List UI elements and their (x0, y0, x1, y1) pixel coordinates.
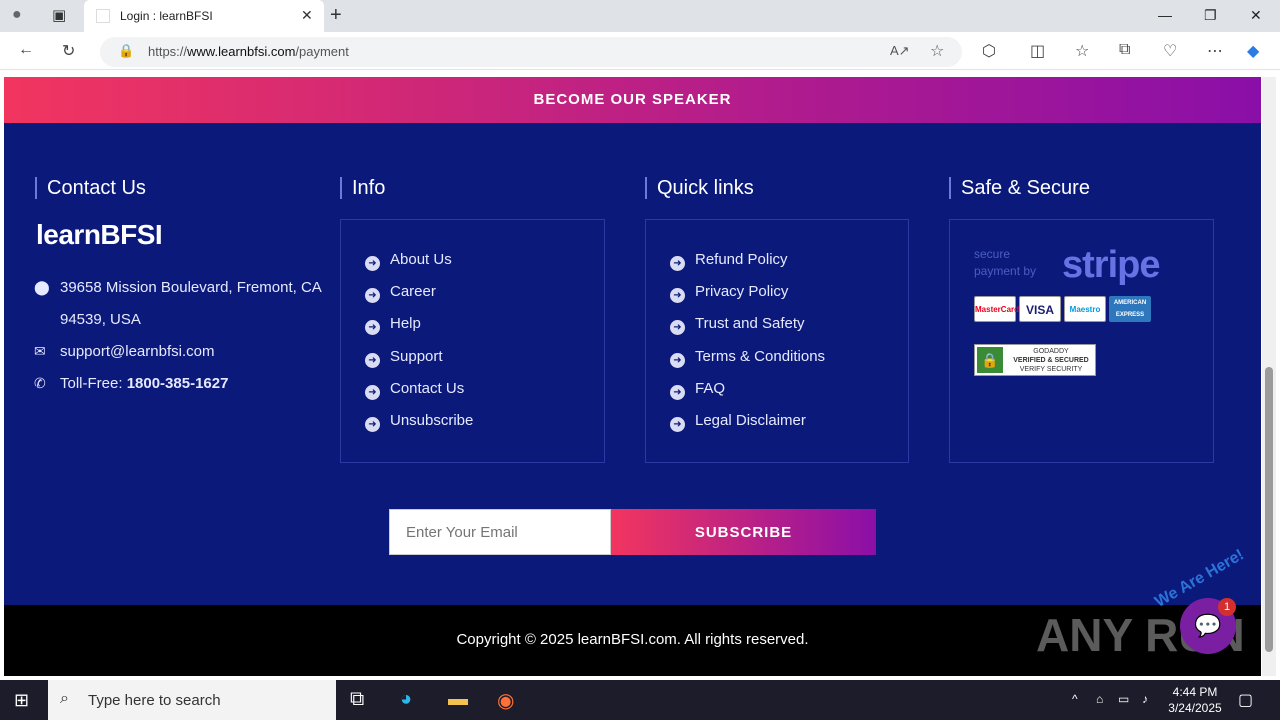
quick-link-faq[interactable]: ➜ FAQ (670, 380, 725, 400)
arrow-circle-icon: ➜ (670, 417, 685, 432)
browser-essentials-icon[interactable]: ♡ (1163, 41, 1177, 61)
network-icon[interactable]: ⌂ (1096, 692, 1103, 706)
info-link-help[interactable]: ➜ Help (365, 315, 421, 335)
favorite-star-icon[interactable]: ☆ (930, 41, 944, 61)
arrow-circle-icon: ➜ (365, 320, 380, 335)
newsletter-email-input[interactable] (389, 509, 611, 555)
info-link-contact-us[interactable]: ➜ Contact Us (365, 380, 464, 400)
search-icon: ⌕ (60, 690, 69, 707)
quick-links-box: ➜ Refund Policy ➜ Privacy Policy ➜ Trust an… (645, 219, 909, 463)
contact-heading: Contact Us (35, 177, 146, 199)
subscribe-button[interactable]: SUBSCRIBE (611, 509, 876, 555)
stripe-caption: secure payment by (974, 247, 1037, 278)
become-speaker-banner[interactable]: BECOME OUR SPEAKER (4, 77, 1261, 123)
extensions-icon[interactable]: ⬡ (982, 41, 996, 61)
location-icon: ⬤ (34, 279, 50, 295)
learnbfsi-logo[interactable]: learnBFSI (36, 219, 163, 251)
arrow-circle-icon: ➜ (365, 353, 380, 368)
new-tab-button[interactable]: + (330, 4, 342, 27)
windows-start-icon[interactable]: ⊞ (14, 690, 29, 711)
restore-icon[interactable]: ❐ (1204, 7, 1217, 24)
close-window-icon[interactable]: ✕ (1250, 7, 1262, 24)
address-line1: 39658 Mission Boulevard, Fremont, CA (60, 279, 322, 296)
more-options-icon[interactable]: ⋯ (1207, 41, 1223, 61)
notifications-icon[interactable]: ▢ (1238, 690, 1253, 710)
support-email-link[interactable]: support@learnbfsi.com (60, 343, 214, 360)
quick-link-terms[interactable]: ➜ Terms & Conditions (670, 348, 825, 368)
info-link-career[interactable]: ➜ Career (365, 283, 436, 303)
firefox-icon[interactable]: ◉ (497, 688, 514, 713)
file-explorer-icon[interactable]: ▬ (448, 688, 468, 711)
chat-unread-count: 1 (1218, 598, 1236, 616)
mastercard-icon: MasterCard (974, 296, 1019, 322)
safe-secure-heading: Safe & Secure (949, 177, 1090, 199)
quick-link-legal-disclaimer[interactable]: ➜ Legal Disclaimer (670, 412, 806, 432)
stripe-logo: stripe (1062, 244, 1160, 286)
phone-icon: ✆ (34, 375, 46, 391)
windows-taskbar: ⊞ ⌕ Type here to search ⧉ ◕ ▬ ◉ ^ ⌂ ▭ ♪ … (0, 680, 1280, 720)
godaddy-text: GODADDY VERIFIED & SECURED VERIFY SECURITY (1013, 348, 1089, 373)
task-view-icon[interactable]: ⧉ (350, 688, 364, 711)
minimize-icon[interactable]: — (1158, 7, 1172, 23)
browser-titlebar: ● ▣ Login : learnBFSI ✕ + — ❐ ✕ (0, 0, 1280, 32)
info-heading: Info (340, 177, 385, 199)
quick-link-trust-safety[interactable]: ➜ Trust and Safety (670, 315, 805, 335)
refresh-icon[interactable]: ↻ (62, 41, 75, 61)
tollfree-line[interactable]: Toll-Free: 1800-385-1627 (60, 375, 228, 392)
volume-icon[interactable]: ♪ (1142, 692, 1148, 706)
scroll-thumb[interactable] (1265, 367, 1273, 652)
email-icon: ✉ (34, 343, 46, 359)
tab-title: Login : learnBFSI (120, 9, 213, 23)
back-icon[interactable]: ← (18, 41, 34, 59)
arrow-circle-icon: ➜ (670, 288, 685, 303)
tab-actions-icon[interactable]: ▣ (52, 6, 66, 24)
taskbar-clock[interactable]: 4:44 PM 3/24/2025 (1160, 684, 1230, 716)
godaddy-seal[interactable]: 🔒 GODADDY VERIFIED & SECURED VERIFY SECURI… (974, 344, 1096, 376)
tray-expand-icon[interactable]: ^ (1072, 692, 1078, 706)
edge-taskbar-icon[interactable]: ◕ (400, 688, 412, 711)
split-screen-icon[interactable]: ◫ (1030, 41, 1045, 61)
display-icon[interactable]: ▭ (1118, 692, 1129, 706)
arrow-circle-icon: ➜ (365, 288, 380, 303)
taskbar-search[interactable]: ⌕ Type here to search (48, 680, 336, 720)
arrow-circle-icon: ➜ (365, 417, 380, 432)
info-link-support[interactable]: ➜ Support (365, 348, 443, 368)
arrow-circle-icon: ➜ (365, 256, 380, 271)
address-line2: 94539, USA (60, 311, 141, 328)
arrow-circle-icon: ➜ (670, 385, 685, 400)
tab-login[interactable]: Login : learnBFSI ✕ (84, 0, 324, 32)
godaddy-lock-icon: 🔒 (977, 347, 1003, 373)
info-link-about-us[interactable]: ➜ About Us (365, 251, 452, 271)
arrow-circle-icon: ➜ (365, 385, 380, 400)
url-text: https://www.learnbfsi.com/payment (148, 44, 349, 59)
quick-links-heading: Quick links (645, 177, 754, 199)
visa-icon: VISA (1019, 296, 1061, 322)
maestro-icon: Maestro (1064, 296, 1106, 322)
lock-icon[interactable]: 🔒 (118, 43, 134, 59)
safe-secure-box: secure payment by stripe MasterCard VISA … (949, 219, 1214, 463)
page-scrollbar[interactable] (1262, 77, 1276, 676)
favicon-icon (96, 9, 110, 23)
amex-icon: AMERICAN EXPRESS (1109, 296, 1151, 322)
info-link-unsubscribe[interactable]: ➜ Unsubscribe (365, 412, 473, 432)
browser-toolbar: ← ↻ 🔒 https://www.learnbfsi.com/payment … (0, 32, 1280, 70)
footer-section: BECOME OUR SPEAKER Contact Us learnBFSI … (4, 77, 1261, 676)
collections-icon[interactable]: ⧉ (1119, 41, 1130, 59)
chat-bubble-icon: 💬 (1194, 613, 1222, 638)
quick-link-privacy-policy[interactable]: ➜ Privacy Policy (670, 283, 788, 303)
tab-close-icon[interactable]: ✕ (301, 7, 313, 24)
info-links-box: ➜ About Us ➜ Career ➜ Help ➜ Support ➜ Contac… (340, 219, 605, 463)
quick-link-refund-policy[interactable]: ➜ Refund Policy (670, 251, 788, 271)
arrow-circle-icon: ➜ (670, 353, 685, 368)
arrow-circle-icon: ➜ (670, 256, 685, 271)
address-bar[interactable]: 🔒 https://www.learnbfsi.com/payment A↗ ☆ (100, 37, 962, 67)
favorites-icon[interactable]: ☆ (1075, 41, 1089, 61)
profile-icon[interactable]: ● (12, 6, 22, 24)
arrow-circle-icon: ➜ (670, 320, 685, 335)
copilot-icon[interactable]: ◆ (1247, 41, 1259, 61)
taskbar-search-placeholder: Type here to search (88, 692, 221, 709)
read-aloud-icon[interactable]: A↗ (890, 43, 910, 59)
